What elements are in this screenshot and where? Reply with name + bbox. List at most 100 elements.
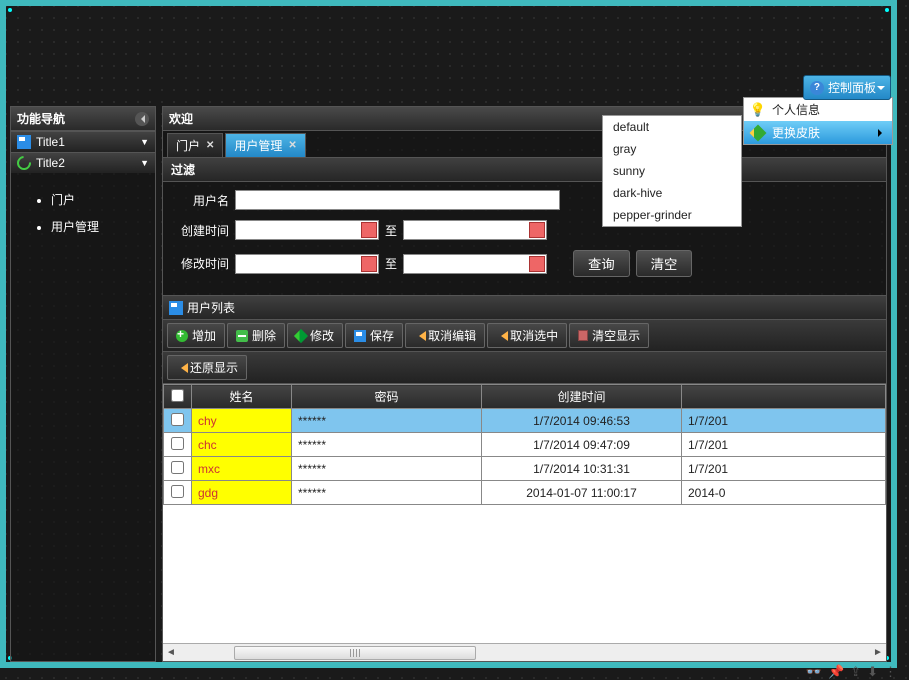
save-button[interactable]: 保存 [345,323,403,348]
table-row[interactable]: mxc******1/7/2014 10:31:311/7/201 [164,457,886,481]
pencil-icon [750,125,766,141]
close-icon[interactable]: ✕ [288,140,296,151]
download-icon[interactable]: ⬇ [867,664,878,680]
accordion-label: Title2 [36,156,65,170]
plus-icon [176,330,188,342]
skin-option[interactable]: gray [603,138,741,160]
clear-button[interactable]: 清空 [636,250,693,277]
search-button[interactable]: 查询 [573,250,630,277]
sidebar-header: 功能导航 [11,107,155,131]
cell-created: 1/7/2014 10:31:31 [482,457,682,481]
disk-icon [354,330,366,342]
collapse-icon[interactable] [135,112,149,126]
clear-display-button[interactable]: 清空显示 [569,323,649,348]
disk-icon [169,301,183,315]
menu-item-skin[interactable]: 更换皮肤 [744,121,892,144]
to-label: 至 [385,255,397,272]
modified-to-input[interactable] [403,254,547,274]
skin-submenu: default gray sunny dark-hive pepper-grin… [602,115,742,227]
cell-pwd: ****** [292,457,482,481]
control-panel-label: 控制面板 [828,79,876,96]
grid-wrap: 姓名 密码 创建时间 chy******1/7/2014 09:46:531/7… [163,384,886,661]
cell-modified: 2014-0 [682,481,886,505]
accordion-label: Title1 [36,135,65,149]
skin-option[interactable]: sunny [603,160,741,182]
tree-item-portal[interactable]: 门户 [51,191,155,208]
nav-tree: 门户 用户管理 [11,173,155,245]
disk-icon [17,135,31,149]
calendar-icon[interactable] [529,256,545,272]
refresh-icon [14,153,34,173]
calendar-icon[interactable] [529,222,545,238]
tab-label: 门户 [176,137,200,154]
row-checkbox[interactable] [171,437,184,450]
scroll-track[interactable] [179,646,870,660]
more-icon[interactable]: ⋮ [884,664,897,680]
restore-button[interactable]: 还原显示 [167,355,247,380]
cell-name: mxc [192,457,292,481]
to-label: 至 [385,222,397,239]
modified-label: 修改时间 [173,255,229,272]
undo-icon [496,331,508,341]
cell-modified: 1/7/201 [682,409,886,433]
calendar-icon[interactable] [361,222,377,238]
accordion-item-2[interactable]: Title2 ▼ [11,152,155,173]
help-icon: ? [810,81,824,95]
tree-item-usermgmt[interactable]: 用户管理 [51,218,155,235]
close-icon[interactable]: ✕ [206,140,214,151]
scroll-left-icon[interactable]: ◄ [163,647,179,658]
row-checkbox[interactable] [171,485,184,498]
col-modified[interactable] [682,385,886,409]
bulb-icon: 💡 [750,102,766,118]
add-button[interactable]: 增加 [167,323,225,348]
skin-option[interactable]: dark-hive [603,182,741,204]
calendar-icon[interactable] [361,256,377,272]
control-panel-button[interactable]: ? 控制面板 [803,75,891,100]
skin-option[interactable]: pepper-grinder [603,204,741,226]
edit-button[interactable]: 修改 [287,323,343,348]
scroll-thumb[interactable] [234,646,476,660]
skin-option[interactable]: default [603,116,741,138]
username-label: 用户名 [173,192,229,209]
username-input[interactable] [235,190,560,210]
modified-from-input[interactable] [235,254,379,274]
cancel-select-button[interactable]: 取消选中 [487,323,567,348]
glasses-icon[interactable]: 👓 [806,664,822,680]
table-row[interactable]: chc******1/7/2014 09:47:091/7/201 [164,433,886,457]
horizontal-scrollbar[interactable]: ◄ ► [163,643,886,661]
trash-icon [578,330,588,341]
col-pwd[interactable]: 密码 [292,385,482,409]
col-created[interactable]: 创建时间 [482,385,682,409]
pin-icon[interactable]: 📌 [828,664,844,680]
pencil-icon [294,328,308,342]
cell-created: 2014-01-07 11:00:17 [482,481,682,505]
scroll-right-icon[interactable]: ► [870,647,886,658]
sidebar: 功能导航 Title1 ▼ Title2 ▼ 门户 用户管理 [10,106,156,662]
cell-name: chc [192,433,292,457]
list-toolbar: 增加 删除 修改 保存 取消编辑 取消选中 清空显示 [163,320,886,352]
list-toolbar-2: 还原显示 [163,352,886,384]
row-checkbox[interactable] [171,461,184,474]
cell-name: chy [192,409,292,433]
table-row[interactable]: chy******1/7/2014 09:46:531/7/201 [164,409,886,433]
row-checkbox[interactable] [171,413,184,426]
created-to-input[interactable] [403,220,547,240]
cell-modified: 1/7/201 [682,433,886,457]
undo-icon [176,363,188,373]
cancel-edit-button[interactable]: 取消编辑 [405,323,485,348]
share-icon[interactable]: ⇪ [850,664,861,680]
list-header: 用户列表 [163,295,886,320]
col-checkbox[interactable] [164,385,192,409]
table-row[interactable]: gdg******2014-01-07 11:00:172014-0 [164,481,886,505]
delete-button[interactable]: 删除 [227,323,285,348]
menu-item-profile[interactable]: 💡 个人信息 [744,98,892,121]
created-from-input[interactable] [235,220,379,240]
cell-modified: 1/7/201 [682,457,886,481]
tab-label: 用户管理 [234,137,282,154]
minus-icon [236,330,248,342]
accordion-item-1[interactable]: Title1 ▼ [11,131,155,152]
menu-item-label: 个人信息 [772,101,820,118]
col-name[interactable]: 姓名 [192,385,292,409]
tab-usermgmt[interactable]: 用户管理 ✕ [225,133,305,157]
tab-portal[interactable]: 门户 ✕ [167,133,223,157]
